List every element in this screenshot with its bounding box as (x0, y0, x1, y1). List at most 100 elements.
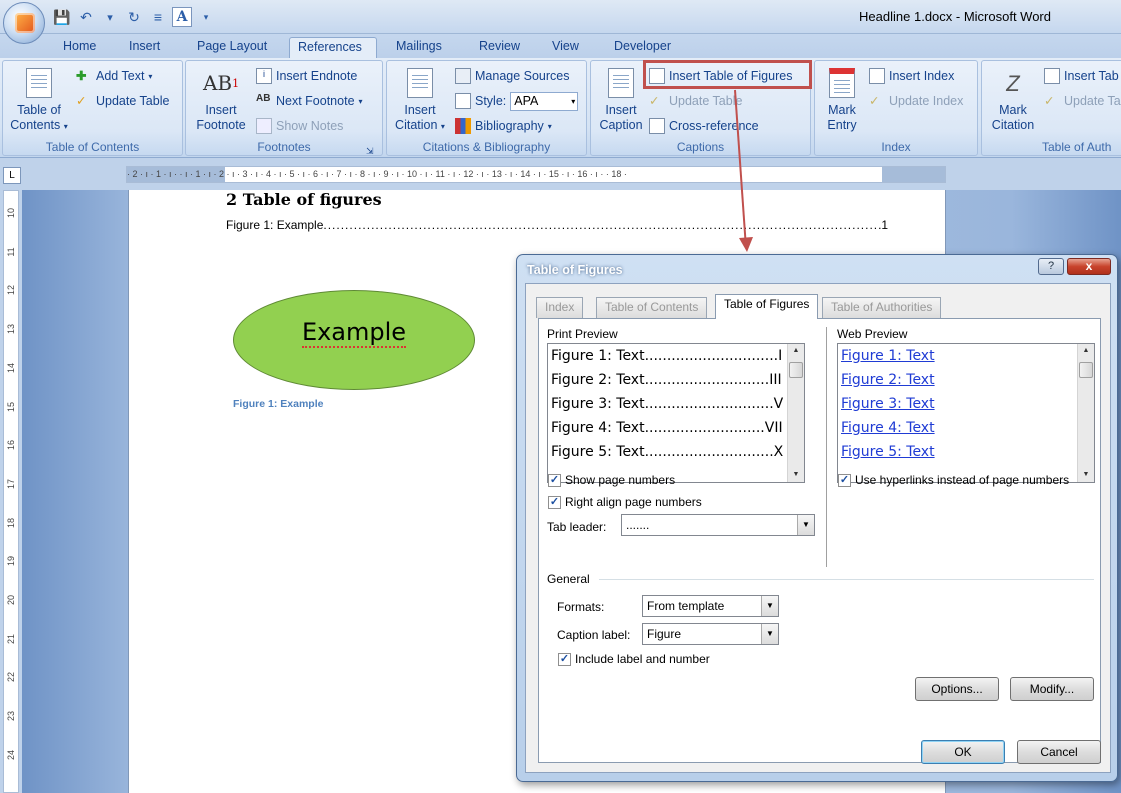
tab-mailings[interactable]: Mailings (388, 37, 450, 58)
insert-endnote-button[interactable]: i Insert Endnote (256, 66, 357, 86)
print-preview-item: Figure 2: Text..........................… (551, 372, 782, 388)
undo-icon[interactable]: ↶ (76, 7, 96, 27)
spelling-icon[interactable]: A (172, 7, 192, 27)
scroll-down-icon[interactable]: ▼ (788, 468, 804, 482)
web-preview-scrollbar[interactable]: ▲ ▼ (1077, 344, 1094, 482)
insert-index-button[interactable]: Insert Index (869, 66, 954, 86)
show-page-numbers-checkbox[interactable]: ✓ Show page numbers (548, 473, 675, 487)
web-preview-link[interactable]: Figure 3: Text (841, 396, 935, 412)
insert-table-of-authorities-button[interactable]: Insert Tab (1044, 66, 1119, 86)
web-preview-link[interactable]: Figure 4: Text (841, 420, 935, 436)
manage-sources-button[interactable]: Manage Sources (455, 66, 570, 86)
close-button[interactable]: x (1067, 258, 1111, 275)
cross-reference-button[interactable]: Cross-reference (649, 116, 759, 136)
help-button[interactable]: ? (1038, 258, 1064, 275)
scroll-up-icon[interactable]: ▲ (1078, 344, 1094, 358)
add-text-button[interactable]: ✚ Add Text ▾ (76, 66, 152, 86)
vertical-ruler-number: 19 (6, 556, 16, 567)
toc-entry-leader: ........................................… (323, 218, 882, 232)
dialog-tab-table-of-authorities[interactable]: Table of Authorities (822, 297, 942, 318)
group-footnotes: AB 1 Insert Footnote i Insert Endnote AB Ne… (185, 60, 383, 156)
bibliography-button[interactable]: Bibliography ▾ (455, 116, 552, 136)
include-label-checkbox[interactable]: ✓ Include label and number (558, 652, 710, 666)
tab-references[interactable]: References (289, 37, 377, 59)
tab-selector[interactable]: L (3, 167, 21, 184)
horizontal-ruler[interactable]: · 2 · ı · 1 · ı · · ı · 1 · ı · 2 · ı · … (126, 166, 946, 183)
shape-text: Example (301, 318, 407, 348)
tab-home[interactable]: Home (55, 37, 104, 58)
example-shape-text: Example (233, 318, 475, 348)
toc-entry[interactable]: Figure 1: Example ......................… (226, 218, 888, 232)
dialog-tab-index[interactable]: Index (536, 297, 584, 318)
show-page-numbers-label: Show page numbers (565, 473, 676, 487)
checkmark-icon: ✓ (558, 652, 571, 666)
update-index-icon: ✓ (869, 94, 880, 108)
vertical-ruler-number: 13 (6, 324, 16, 335)
save-icon[interactable]: 💾 (52, 7, 72, 27)
vertical-ruler-number: 22 (6, 672, 16, 683)
repeat-icon[interactable]: ↻ (124, 7, 144, 27)
show-notes-button[interactable]: Show Notes (256, 116, 343, 136)
cross-reference-icon (649, 118, 665, 134)
caption-label-1: Insert (605, 103, 637, 117)
insert-footnote-button[interactable]: AB 1 Insert Footnote (190, 67, 252, 133)
format-icon[interactable]: ≡ (148, 7, 168, 27)
tab-review[interactable]: Review (471, 37, 528, 58)
insert-index-icon (869, 68, 885, 84)
dialog-tab-table-of-contents[interactable]: Table of Contents (596, 297, 708, 318)
group-label-toc: Table of Contents (45, 140, 140, 154)
window-title: Headline 1.docx - Microsoft Word (859, 9, 1051, 24)
table-of-contents-icon (26, 68, 52, 98)
dropdown-arrow-icon: ▼ (797, 515, 814, 535)
tab-leader-label: Tab leader: (547, 520, 607, 534)
office-button[interactable] (3, 2, 45, 44)
print-preview-scrollbar[interactable]: ▲ ▼ (787, 344, 804, 482)
right-align-checkbox[interactable]: ✓ Right align page numbers (548, 495, 702, 509)
mark-citation-button[interactable]: Z Mark Citation (986, 67, 1040, 133)
ruler-bar: L · 2 · ı · 1 · ı · · ı · 1 · ı · 2 · ı … (0, 158, 1121, 190)
vertical-ruler-number: 12 (6, 285, 16, 296)
vertical-ruler[interactable]: 10 11 12 13 14 15 16 17 18 19 20 21 22 23 24 (0, 190, 22, 793)
formats-dropdown[interactable]: From template ▼ (642, 595, 779, 617)
update-table-captions-button[interactable]: ✓ Update Table (649, 91, 742, 111)
redo-icon[interactable]: ▾ (100, 7, 120, 27)
scroll-down-icon[interactable]: ▼ (1078, 468, 1094, 482)
modify-button[interactable]: Modify... (1010, 677, 1094, 701)
insert-citation-icon (407, 68, 433, 98)
table-of-contents-button[interactable]: Table of Contents ▾ (7, 67, 71, 134)
customize-icon[interactable]: ▾ (196, 7, 216, 27)
tab-view[interactable]: View (544, 37, 587, 58)
tab-page-layout[interactable]: Page Layout (189, 37, 275, 58)
include-label-label: Include label and number (575, 652, 710, 666)
web-preview-link[interactable]: Figure 5: Text (841, 444, 935, 460)
dialog-tab-table-of-figures[interactable]: Table of Figures (715, 294, 819, 319)
tab-developer[interactable]: Developer (606, 37, 679, 58)
caption-label-dropdown[interactable]: Figure ▼ (642, 623, 779, 645)
group-index: Mark Entry Insert Index ✓ Update Index In… (814, 60, 978, 156)
caption-label-label: Caption label: (557, 628, 631, 642)
caption-label-2: Caption (599, 118, 643, 132)
next-footnote-button[interactable]: AB Next Footnote ▾ (256, 91, 363, 111)
document-heading: 2 Table of figures (226, 190, 382, 209)
web-preview-link[interactable]: Figure 2: Text (841, 372, 935, 388)
print-preview-list[interactable]: Figure 1: Text..........................… (547, 343, 805, 483)
insert-citation-button[interactable]: Insert Citation ▾ (391, 67, 449, 134)
update-index-button[interactable]: ✓ Update Index (869, 91, 963, 111)
tab-leader-dropdown[interactable]: ....... ▼ (621, 514, 815, 536)
update-table-of-authorities-button[interactable]: ✓ Update Ta (1044, 91, 1121, 111)
web-preview-list[interactable]: Figure 1: Text Figure 2: Text Figure 3: … (837, 343, 1095, 483)
tab-insert[interactable]: Insert (121, 37, 168, 58)
update-table-button[interactable]: ✓ Update Table (76, 91, 169, 111)
group-label-authorities: Table of Auth (1042, 140, 1112, 154)
style-dropdown[interactable]: APA ▾ (510, 91, 579, 111)
insert-caption-button[interactable]: Insert Caption (595, 67, 647, 133)
options-button[interactable]: Options... (915, 677, 999, 701)
ok-button[interactable]: OK (921, 740, 1005, 764)
cancel-button[interactable]: Cancel (1017, 740, 1101, 764)
group-label-footnotes: Footnotes (257, 140, 311, 154)
style-value: APA (514, 93, 539, 108)
scroll-up-icon[interactable]: ▲ (788, 344, 804, 358)
mark-entry-button[interactable]: Mark Entry (819, 67, 865, 133)
use-hyperlinks-checkbox[interactable]: ✓ Use hyperlinks instead of page numbers (838, 473, 1069, 487)
web-preview-link[interactable]: Figure 1: Text (841, 348, 935, 364)
